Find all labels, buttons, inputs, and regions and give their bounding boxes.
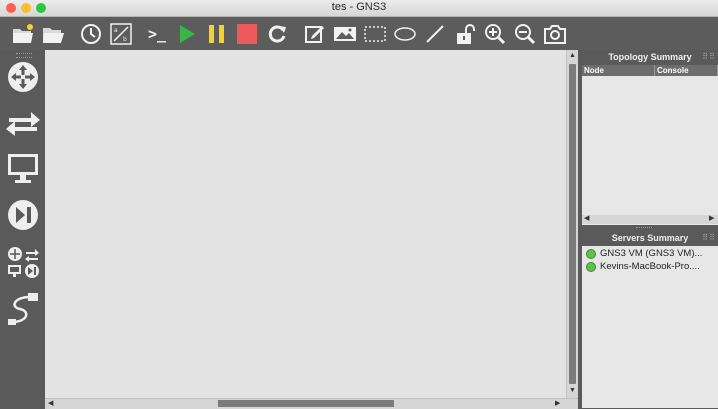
screenshot-icon[interactable] bbox=[542, 21, 568, 47]
snapshot-clock-icon[interactable] bbox=[78, 21, 104, 47]
servers-summary-title: Servers Summary bbox=[611, 233, 689, 243]
draw-line-icon[interactable] bbox=[422, 21, 448, 47]
topology-canvas[interactable] bbox=[45, 50, 566, 398]
right-dock: Topology Summary ⠿⠿ Node Console ◀ ▶ Ser… bbox=[578, 50, 718, 408]
canvas-horizontal-scroll-thumb[interactable] bbox=[218, 400, 394, 407]
window-title: tes - GNS3 bbox=[331, 1, 387, 13]
draw-ellipse-icon[interactable] bbox=[392, 21, 418, 47]
lock-unlock-icon[interactable] bbox=[452, 21, 478, 47]
add-link-icon[interactable] bbox=[4, 290, 42, 328]
server-item-gns3-vm[interactable]: GNS3 VM (GNS3 VM)... bbox=[600, 248, 702, 259]
reload-all-icon[interactable] bbox=[264, 21, 290, 47]
server-status-icon bbox=[586, 262, 596, 272]
stop-all-icon[interactable] bbox=[234, 21, 260, 47]
topology-horizontal-scrollbar[interactable]: ◀ ▶ bbox=[582, 215, 718, 224]
show-interface-labels-icon[interactable]: ab bbox=[108, 21, 134, 47]
svg-text:b: b bbox=[123, 36, 127, 43]
canvas-vertical-scroll-thumb[interactable] bbox=[569, 64, 576, 384]
draw-rectangle-icon[interactable] bbox=[362, 21, 388, 47]
browse-security-devices-icon[interactable] bbox=[4, 196, 42, 234]
scroll-down-arrow-icon[interactable]: ▼ bbox=[569, 387, 576, 395]
topology-summary-title: Topology Summary bbox=[608, 52, 692, 62]
title-bar: tes - GNS3 bbox=[0, 0, 718, 17]
servers-dock-controls-icon[interactable]: ⠿⠿ bbox=[702, 233, 716, 242]
servers-summary-list[interactable]: GNS3 VM (GNS3 VM)... Kevins-MacBook-Pro.… bbox=[582, 246, 718, 408]
scroll-left-arrow-icon[interactable]: ◀ bbox=[48, 400, 53, 408]
scroll-up-arrow-icon[interactable]: ▲ bbox=[569, 52, 576, 60]
topology-summary-list[interactable]: Node Console bbox=[582, 65, 718, 225]
open-project-icon[interactable] bbox=[40, 21, 66, 47]
svg-text:a: a bbox=[114, 27, 118, 34]
insert-picture-icon[interactable] bbox=[332, 21, 358, 47]
main-toolbar: ab >_ bbox=[0, 17, 718, 50]
browse-switches-icon[interactable] bbox=[4, 104, 42, 142]
topology-scroll-left-icon[interactable]: ◀ bbox=[584, 215, 589, 223]
new-project-icon[interactable] bbox=[10, 21, 36, 47]
column-header-node[interactable]: Node bbox=[582, 65, 655, 76]
server-item-local-macbook[interactable]: Kevins-MacBook-Pro.... bbox=[600, 261, 700, 272]
topology-dock-controls-icon[interactable]: ⠿⠿ bbox=[702, 52, 716, 61]
server-status-icon bbox=[586, 249, 596, 259]
dock-splitter-handle[interactable] bbox=[636, 227, 652, 231]
browse-end-devices-icon[interactable] bbox=[4, 149, 42, 187]
zoom-in-icon[interactable] bbox=[482, 21, 508, 47]
browse-routers-icon[interactable] bbox=[4, 58, 42, 96]
browse-all-devices-icon[interactable] bbox=[4, 243, 42, 281]
console-all-icon[interactable]: >_ bbox=[144, 21, 170, 47]
add-note-icon[interactable] bbox=[302, 21, 328, 47]
scroll-right-arrow-icon[interactable]: ▶ bbox=[555, 400, 560, 408]
column-header-console[interactable]: Console bbox=[655, 65, 718, 76]
canvas-horizontal-scrollbar[interactable]: ◀ ▶ bbox=[45, 398, 578, 409]
start-all-icon[interactable] bbox=[174, 21, 200, 47]
suspend-all-icon[interactable] bbox=[204, 21, 230, 47]
topology-scroll-right-icon[interactable]: ▶ bbox=[709, 215, 714, 223]
zoom-out-icon[interactable] bbox=[512, 21, 538, 47]
